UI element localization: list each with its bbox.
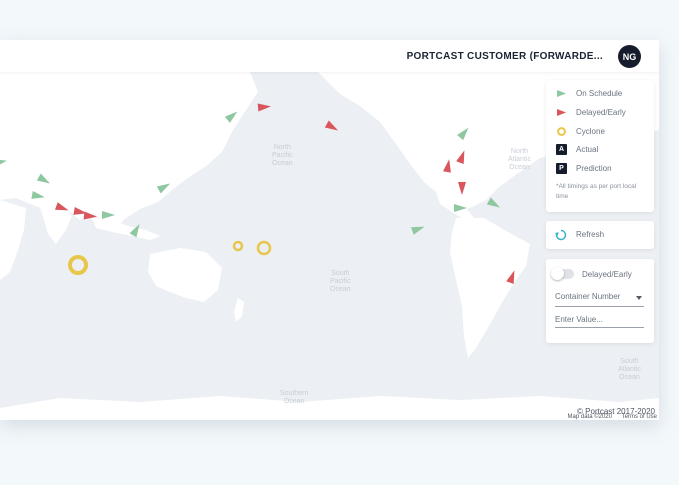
cyclone-icon xyxy=(557,127,566,136)
refresh-label: Refresh xyxy=(576,230,605,239)
container-number-select[interactable]: Container Number xyxy=(555,290,644,307)
green-ship-icon xyxy=(557,90,566,97)
legend-item-delayed: Delayed/Early xyxy=(556,108,626,117)
search-value-input[interactable] xyxy=(555,312,644,328)
ocean-label: South Pacific Ocean xyxy=(330,270,351,293)
terms-of-use-link[interactable]: Terms of Use xyxy=(622,414,657,420)
refresh-icon xyxy=(555,229,567,241)
ocean-label: Southern Ocean xyxy=(280,390,309,405)
map-data-text: Map data ©2020 xyxy=(567,414,612,420)
toggle-knob xyxy=(551,267,564,280)
map-legend: On Schedule Delayed/Early Cyclone A Actu… xyxy=(546,80,654,212)
legend-item-prediction: P Prediction xyxy=(556,163,612,174)
prediction-badge-icon: P xyxy=(556,163,567,174)
refresh-button[interactable]: Refresh xyxy=(546,221,654,249)
customer-name[interactable]: PORTCAST CUSTOMER (FORWARDE... xyxy=(407,51,603,62)
actual-badge-icon: A xyxy=(556,144,567,155)
ocean-label: North Pacific Ocean xyxy=(272,144,293,167)
legend-item-actual: A Actual xyxy=(556,144,598,155)
legend-note: *All timings as per port local time xyxy=(556,183,637,200)
ocean-label: South Atlantic Ocean xyxy=(618,358,641,381)
red-ship-icon xyxy=(557,109,566,116)
user-avatar[interactable]: NG xyxy=(618,45,641,68)
legend-item-cyclone: Cyclone xyxy=(556,126,605,137)
legend-item-on-schedule: On Schedule xyxy=(556,89,622,98)
map-attribution: Map data ©2020 Terms of Use xyxy=(560,414,657,420)
filters-panel: Delayed/Early Container Number xyxy=(546,259,654,343)
delayed-early-toggle[interactable] xyxy=(551,267,574,280)
top-header-bar: PORTCAST CUSTOMER (FORWARDE... NG xyxy=(0,40,659,72)
toggle-label: Delayed/Early xyxy=(582,270,632,279)
chevron-down-icon xyxy=(636,296,642,300)
ocean-label: North Atlantic Ocean xyxy=(508,148,531,171)
